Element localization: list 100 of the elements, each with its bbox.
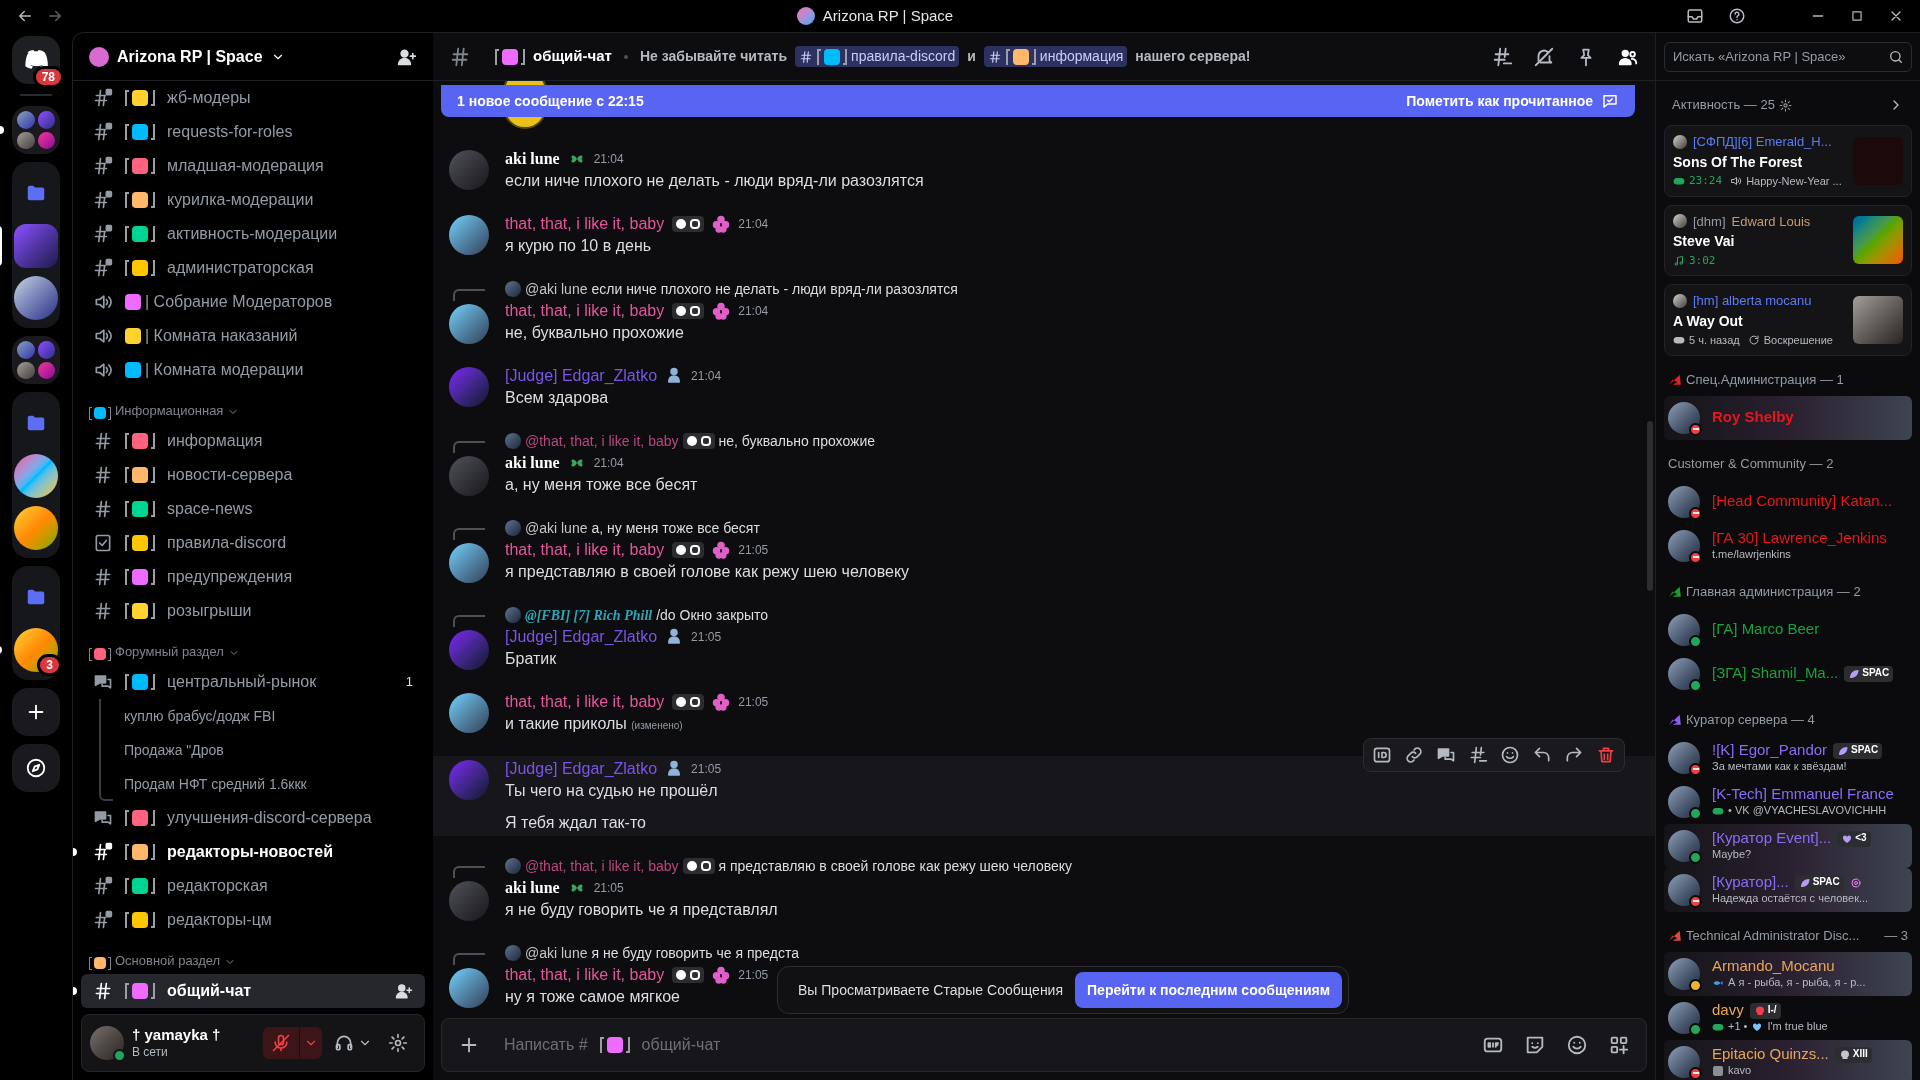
channel-item[interactable]: жб-модеры: [81, 81, 425, 115]
channel-item[interactable]: | Комната модерации: [81, 353, 425, 387]
member-item[interactable]: Roy Shelby: [1664, 395, 1912, 440]
guild-tag[interactable]: XIII: [1834, 1046, 1872, 1063]
threads-icon[interactable]: [1468, 745, 1488, 765]
server-folder[interactable]: [12, 336, 60, 384]
reply-author[interactable]: @aki lune: [525, 942, 588, 964]
guild-tag[interactable]: SPAC: [1833, 742, 1883, 759]
message-author[interactable]: that, that, i like it, baby: [505, 299, 665, 323]
thread-item[interactable]: Продажа "Дров: [116, 739, 232, 761]
server-icon[interactable]: [14, 506, 58, 550]
reply-author[interactable]: @aki lune: [525, 517, 588, 539]
server-icon[interactable]: [14, 276, 58, 320]
jump-button[interactable]: Перейти к последним сообщениям: [1075, 972, 1343, 1008]
new-messages-bar[interactable]: 1 новое сообщение с 22:15 Пометить как прочитанное: [441, 85, 1635, 117]
message-author[interactable]: [Judge] Edgar_Zlatko: [505, 757, 658, 781]
channel-item[interactable]: | Собрание Модераторов: [81, 285, 425, 319]
server-folder[interactable]: [12, 392, 60, 558]
guild-tag[interactable]: SPAC: [1844, 665, 1894, 682]
thread-item[interactable]: куплю брабус/додж FBI: [116, 705, 284, 727]
reply-author[interactable]: @[FBI] [7] Rich Phill: [525, 604, 653, 626]
channel-item[interactable]: улучшения-discord-сервера: [81, 801, 425, 835]
reply-text[interactable]: я представляю в своей голове как режу шею человеку: [718, 855, 1073, 877]
member-item[interactable]: Epitacio Quinzs... XIII kavo: [1664, 1039, 1912, 1080]
member-item[interactable]: davy I-/ +1 • I'm true blue: [1664, 995, 1912, 1040]
reply-author[interactable]: @aki lune: [525, 278, 588, 300]
channel-item[interactable]: правила-discord: [81, 526, 425, 560]
add-server-button[interactable]: [12, 688, 60, 736]
reply-icon[interactable]: [1532, 745, 1552, 765]
avatar[interactable]: [449, 543, 489, 583]
category-header[interactable]: Основной раздел: [115, 950, 221, 970]
mark-read-icon[interactable]: [1601, 92, 1619, 110]
channel-mention[interactable]: правила-discord: [795, 46, 960, 67]
threads-icon[interactable]: [1491, 45, 1513, 68]
channel-item[interactable]: центральный-рынок 1: [81, 665, 425, 699]
channel-item[interactable]: | Комната наказаний: [81, 319, 425, 353]
delete-icon[interactable]: [1596, 745, 1616, 765]
server-name[interactable]: Arizona RP | Space: [117, 44, 263, 69]
channel-item[interactable]: общий-чат: [81, 974, 425, 1008]
message-field[interactable]: Написать # общий-чат: [441, 1018, 1647, 1072]
activity-card[interactable]: [dhm] Edward Louis Steve Vai 3:02: [1664, 204, 1912, 276]
activity-card[interactable]: [СФПД][6] Emerald_H... Sons Of The Forest 23:24 Happy-New-Year ...: [1664, 125, 1912, 197]
sticker-icon[interactable]: [1524, 1034, 1546, 1056]
member-item[interactable]: ![K] Egor_Pandor SPAC За мечтами как к звёздам!: [1664, 735, 1912, 780]
avatar[interactable]: [449, 693, 489, 733]
apps-icon[interactable]: [1608, 1034, 1630, 1056]
channel-item[interactable]: розыгрыши: [81, 594, 425, 628]
category-header[interactable]: Информационная: [115, 400, 224, 420]
channel-item[interactable]: requests-for-roles: [81, 115, 425, 149]
message-author[interactable]: that, that, i like it, baby: [505, 963, 665, 987]
mute-notifications-icon[interactable]: [1533, 45, 1555, 68]
message-author[interactable]: [Judge] Edgar_Zlatko: [505, 364, 658, 388]
reply-author[interactable]: @that, that, i like it, baby: [525, 430, 679, 452]
reply-text[interactable]: а, ну меня тоже все бесят: [591, 517, 760, 539]
mute-button[interactable]: [263, 1027, 322, 1059]
server-icon[interactable]: [14, 454, 58, 498]
emoji-icon[interactable]: [1500, 745, 1520, 765]
forward-icon[interactable]: [1564, 745, 1584, 765]
channel-item[interactable]: редакторская: [81, 869, 425, 903]
reply-text[interactable]: если ниче плохого не делать - люди вряд-ли разозлятся: [591, 278, 958, 300]
message-author[interactable]: aki lune: [505, 876, 560, 900]
guild-tag[interactable]: SPAC: [1794, 874, 1844, 891]
invite-icon[interactable]: [395, 982, 413, 1000]
channel-item[interactable]: курилка-модерации: [81, 183, 425, 217]
reply-author[interactable]: @that, that, i like it, baby: [525, 855, 679, 877]
member-item[interactable]: [ГА 30] Lawrence_Jenkins t.me/lawrjenkins: [1664, 523, 1912, 568]
member-item[interactable]: [Куратор]... SPAC Надежда остаётся с человек...: [1664, 867, 1912, 912]
message-author[interactable]: that, that, i like it, baby: [505, 690, 665, 714]
reply-text[interactable]: не, буквально прохожие: [718, 430, 876, 452]
server-folder[interactable]: [12, 106, 60, 154]
message-author[interactable]: that, that, i like it, baby: [505, 212, 665, 236]
channel-item[interactable]: редакторы-цм: [81, 903, 425, 937]
explore-button[interactable]: [12, 744, 60, 792]
reply-text[interactable]: /do Окно закрыто: [656, 604, 769, 626]
channel-item[interactable]: младшая-модерация: [81, 149, 425, 183]
channel-item[interactable]: предупреждения: [81, 560, 425, 594]
member-item[interactable]: [ЗГА] Shamil_Ma... SPAC: [1664, 651, 1912, 696]
member-item[interactable]: [K-Tech] Emmanuel France • VK @VYACHESLAVOVICHHH: [1664, 779, 1912, 824]
channel-item[interactable]: новости-сервера: [81, 458, 425, 492]
message-author[interactable]: aki lune: [505, 147, 560, 171]
message-author[interactable]: aki lune: [505, 451, 560, 475]
channel-item[interactable]: активность-модерации: [81, 217, 425, 251]
category-header[interactable]: Форумный раздел: [115, 641, 224, 661]
settings-icon[interactable]: [1778, 98, 1792, 112]
member-item[interactable]: [Куратор Event]... <3 Maybe?: [1664, 823, 1912, 868]
search-field[interactable]: Искать «Arizona RP | Space»: [1664, 41, 1912, 72]
help-icon[interactable]: [1728, 7, 1746, 25]
link-icon[interactable]: [1404, 745, 1424, 765]
thread-icon[interactable]: [1436, 745, 1456, 765]
settings-icon[interactable]: [388, 1033, 408, 1053]
inbox-icon[interactable]: [1686, 7, 1704, 25]
avatar[interactable]: [449, 304, 489, 344]
emoji-icon[interactable]: [1566, 1034, 1588, 1056]
channel-mention[interactable]: информация: [983, 46, 1128, 67]
id-icon[interactable]: [1372, 745, 1392, 765]
channel-item[interactable]: информация: [81, 424, 425, 458]
avatar[interactable]: [449, 215, 489, 255]
channel-item[interactable]: space-news: [81, 492, 425, 526]
guild-tag[interactable]: <3: [1837, 830, 1871, 847]
guild-tag[interactable]: I-/: [1749, 1002, 1781, 1019]
